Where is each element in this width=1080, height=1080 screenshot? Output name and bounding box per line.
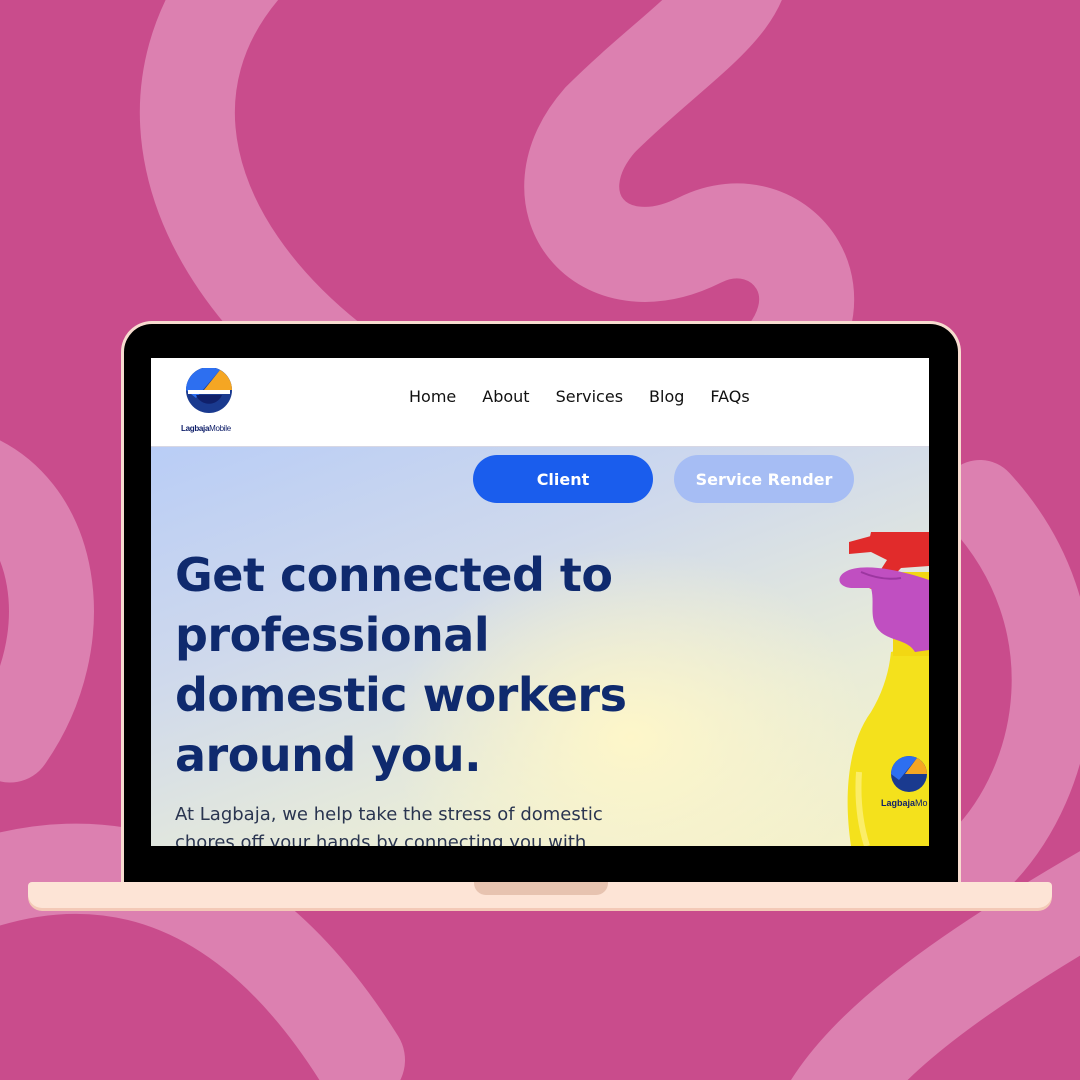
hero-description: At Lagbaja, we help take the stress of d… (175, 804, 603, 846)
hero-title: Get connected to professional domestic w… (175, 548, 627, 782)
service-render-button[interactable]: Service Render (674, 455, 854, 503)
bottle-label-text: LagbajaMo (881, 798, 928, 808)
nav-blog[interactable]: Blog (649, 387, 684, 406)
logo-text: LagbajaMobile (181, 424, 231, 433)
laptop-screen: LagbajaMobile Home About Services Blog F… (151, 358, 929, 846)
nav-faqs[interactable]: FAQs (710, 387, 749, 406)
laptop-notch (474, 882, 608, 895)
spray-bottle-image: LagbajaMo (839, 532, 929, 846)
nav-services[interactable]: Services (556, 387, 623, 406)
nav-home[interactable]: Home (409, 387, 456, 406)
client-button[interactable]: Client (473, 455, 653, 503)
logo-icon (186, 368, 232, 413)
nav-about[interactable]: About (482, 387, 529, 406)
site-header: LagbajaMobile Home About Services Blog F… (151, 358, 929, 447)
site-logo[interactable]: LagbajaMobile (181, 368, 237, 433)
hero-section: Client Service Render Get connected to p… (151, 447, 929, 846)
main-nav: Home About Services Blog FAQs (409, 387, 750, 406)
